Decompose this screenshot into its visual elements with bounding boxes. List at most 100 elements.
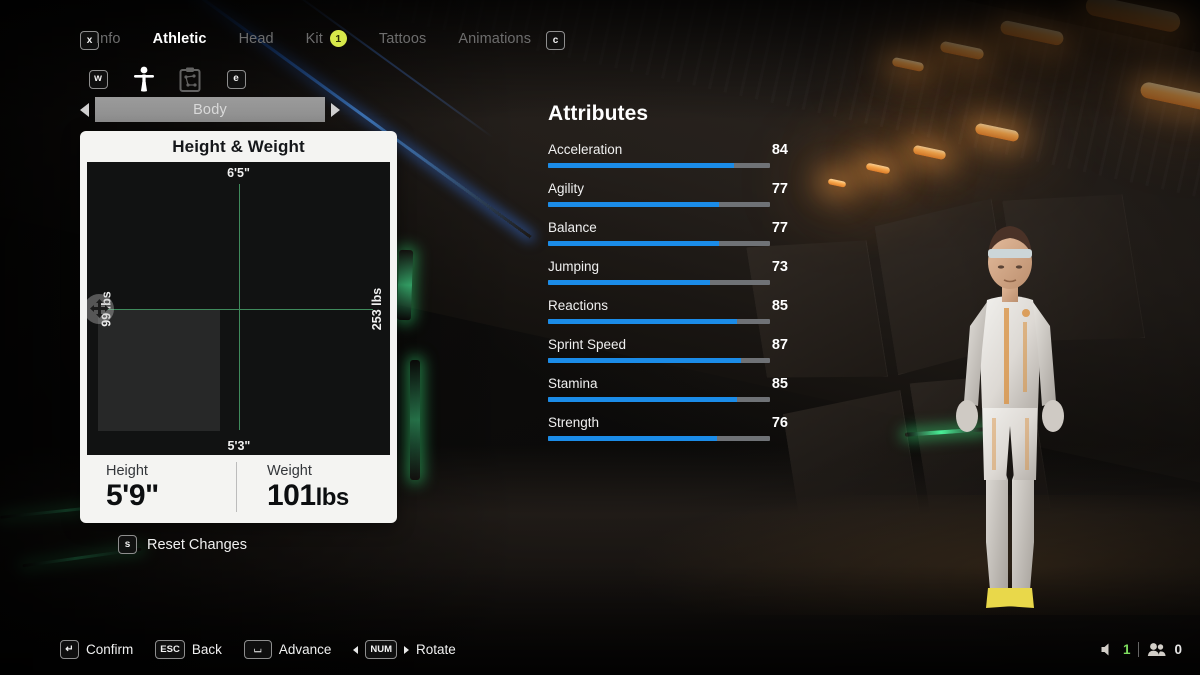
body-person-icon — [134, 66, 154, 92]
command-advance[interactable]: ⌴ Advance — [243, 640, 332, 659]
tab-kit[interactable]: Kit 1 — [290, 30, 363, 47]
tab-athletic[interactable]: Athletic — [137, 31, 223, 47]
body-selector-prev-arrow[interactable] — [80, 102, 89, 117]
attribute-bar-fill — [548, 358, 742, 363]
attribute-header: Agility 77 — [548, 181, 788, 197]
tab-label: Head — [238, 30, 274, 47]
move-handle-arrows-icon — [89, 299, 109, 318]
attributes-title: Attributes — [548, 102, 649, 125]
category-tabs: Info Athletic Head Kit 1 Tattoos Animations — [80, 30, 547, 47]
tab-label: Animations — [458, 30, 532, 47]
next-subtab-key[interactable]: e — [226, 69, 246, 89]
command-key[interactable]: ⌴ — [243, 640, 272, 659]
command-label: Advance — [278, 642, 332, 657]
player-model-svg — [956, 226, 1064, 608]
tab-head[interactable]: Head — [223, 31, 290, 47]
attribute-header: Stamina 85 — [548, 376, 788, 392]
attribute-value: 85 — [771, 376, 788, 392]
attributes-clipboard-icon — [179, 67, 201, 92]
attribute-bar-track — [548, 280, 770, 285]
attribute-bar-track — [548, 358, 770, 363]
body-selector-label: Body — [193, 101, 227, 118]
command-label: Confirm — [86, 642, 134, 657]
graph-bottom-axis-label: 5'3" — [227, 439, 251, 453]
tab-label: Kit — [305, 30, 323, 47]
attribute-bar-fill — [548, 319, 737, 324]
weight-column: Weight 101lbs — [237, 463, 397, 512]
tab-info[interactable]: Info — [80, 31, 137, 47]
attribute-row: Balance 77 — [548, 220, 788, 246]
height-weight-graph[interactable]: 6'5" 5'3" 99 lbs 253 lbs — [87, 162, 390, 455]
command-back[interactable]: ESC Back — [155, 640, 222, 659]
players-value: 0 — [1174, 642, 1182, 657]
attribute-bar-fill — [548, 280, 711, 285]
attribute-header: Sprint Speed 87 — [548, 337, 788, 353]
height-label: Height — [106, 462, 148, 479]
players-icon[interactable] — [1147, 642, 1167, 657]
attribute-row: Reactions 85 — [548, 298, 788, 324]
tab-animations[interactable]: Animations — [442, 31, 547, 47]
subtab-body[interactable] — [121, 66, 167, 92]
command-bar: ↵ Confirm ESC Back ⌴ Advance NUM Rotate — [60, 640, 456, 659]
weight-number: 101 — [267, 478, 316, 512]
rotate-left-arrow-icon — [353, 645, 359, 654]
attribute-header: Balance 77 — [548, 220, 788, 236]
command-key[interactable]: ESC — [155, 640, 185, 659]
attribute-bar-fill — [548, 436, 717, 441]
command-label: Rotate — [416, 642, 456, 657]
attribute-bar-track — [548, 202, 770, 207]
reset-changes-key[interactable]: s — [118, 535, 137, 554]
tab-tattoos[interactable]: Tattoos — [363, 31, 442, 47]
attribute-value: 76 — [771, 415, 788, 431]
subtab-attributes[interactable] — [167, 66, 213, 92]
command-rotate[interactable]: NUM Rotate — [353, 640, 456, 659]
attribute-name: Acceleration — [548, 142, 623, 157]
body-selector-next-arrow[interactable] — [331, 102, 340, 117]
command-key[interactable]: ↵ — [60, 640, 79, 659]
attribute-bar-fill — [548, 397, 737, 402]
attribute-value: 84 — [771, 142, 788, 158]
volume-value: 1 — [1122, 642, 1131, 657]
rotate-right-arrow-icon — [404, 645, 410, 654]
command-label: Back — [191, 642, 222, 657]
tab-label: Athletic — [152, 30, 207, 47]
attribute-value: 85 — [771, 298, 788, 314]
attribute-header: Strength 76 — [548, 415, 788, 431]
prev-subtab-key[interactable]: w — [88, 69, 108, 89]
weight-label: Weight — [267, 462, 312, 479]
attribute-header: Acceleration 84 — [548, 142, 788, 158]
body-selector-bar[interactable]: Body — [95, 97, 325, 122]
top-tab-bar: x Info Athletic Head Kit 1 Tattoos Animations … — [0, 0, 1200, 58]
attribute-header: Reactions 85 — [548, 298, 788, 314]
attribute-row: Stamina 85 — [548, 376, 788, 402]
tab-label: Info — [96, 30, 121, 47]
player-model[interactable] — [930, 150, 1090, 630]
tab-badge: 1 — [329, 30, 347, 47]
attribute-value: 77 — [771, 220, 788, 236]
attribute-name: Sprint Speed — [548, 337, 627, 352]
prev-subtab-key-slot: w — [75, 66, 121, 92]
attribute-row: Strength 76 — [548, 415, 788, 441]
attribute-row: Agility 77 — [548, 181, 788, 207]
tab-label: Tattoos — [378, 30, 427, 47]
attribute-name: Balance — [548, 220, 597, 235]
height-weight-title: Height & Weight — [172, 136, 305, 156]
command-confirm[interactable]: ↵ Confirm — [60, 640, 133, 659]
volume-icon[interactable] — [1100, 642, 1115, 657]
next-category-key[interactable]: c — [546, 31, 565, 50]
height-weight-card: Height & Weight 6'5" 5'3" 99 lbs 253 lbs… — [80, 131, 397, 523]
attribute-bar-fill — [548, 163, 735, 168]
weight-unit: lbs — [315, 483, 350, 511]
reset-changes-label: Reset Changes — [147, 536, 247, 553]
attribute-header: Jumping 73 — [548, 259, 788, 275]
attribute-name: Agility — [548, 181, 585, 196]
height-weight-values: Height 5'9" Weight 101lbs — [80, 455, 397, 523]
body-selector: Body — [80, 97, 340, 122]
attributes-list: Acceleration 84 Agility 77 Balance 77 Jumping 7… — [548, 142, 788, 441]
reset-changes-row[interactable]: s Reset Changes — [118, 535, 247, 554]
sub-tab-bar: w e — [75, 66, 259, 92]
graph-horizontal-crosshair — [99, 308, 373, 310]
attribute-row: Jumping 73 — [548, 259, 788, 285]
command-key[interactable]: NUM — [365, 640, 398, 659]
attribute-name: Reactions — [548, 298, 609, 313]
